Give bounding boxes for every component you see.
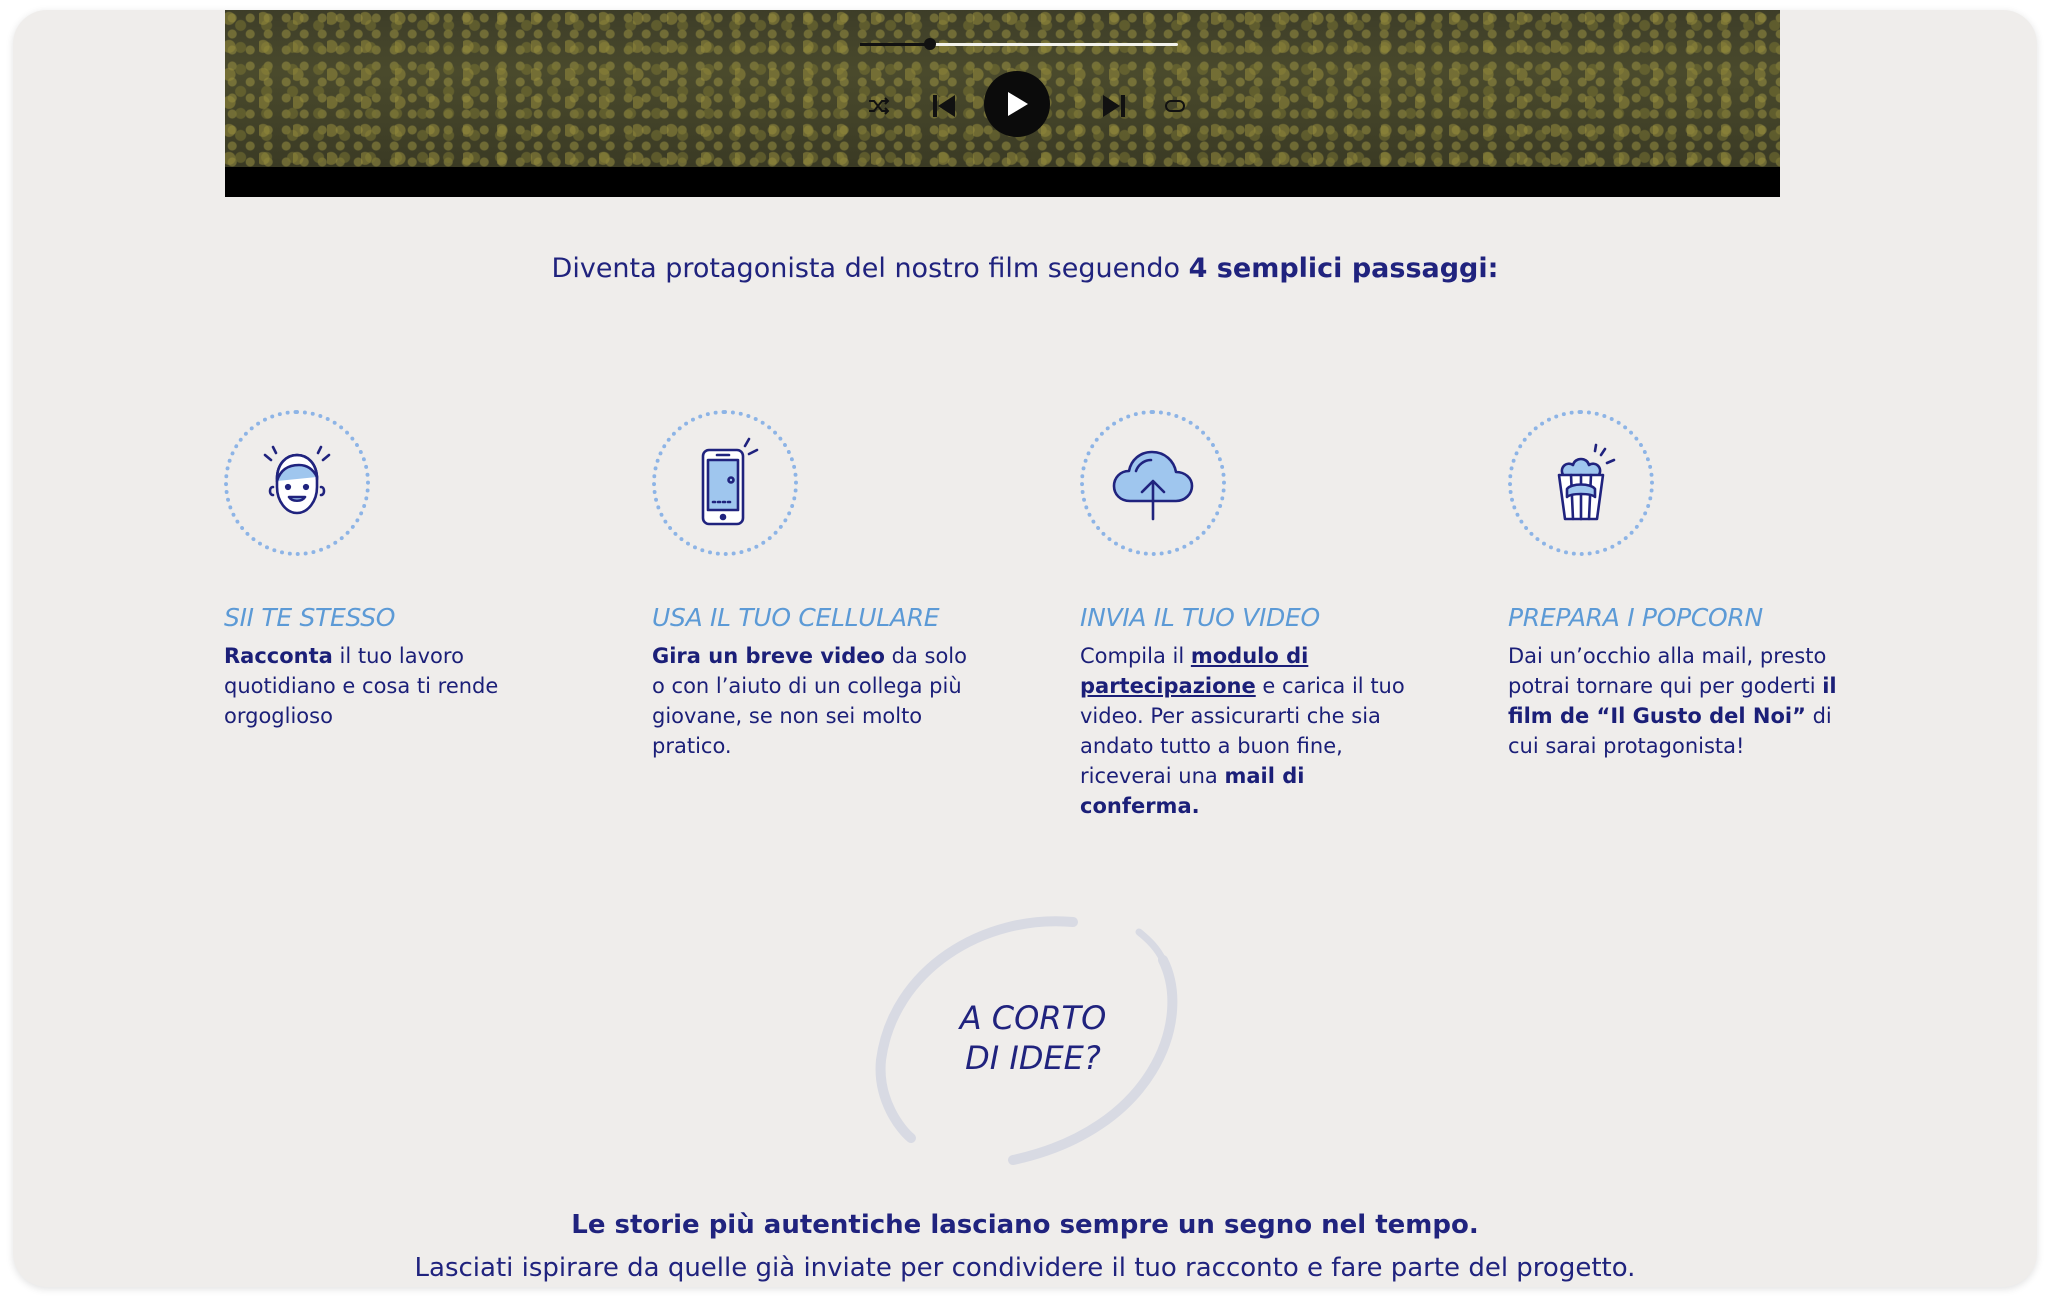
step-title: USA IL TUO CELLULARE: [652, 603, 940, 632]
progress-fill: [860, 43, 930, 46]
step-title: SII TE STESSO: [224, 603, 396, 632]
popcorn-icon: [1557, 443, 1616, 521]
smartphone-icon: [701, 437, 759, 526]
shuffle-icon[interactable]: [867, 95, 891, 117]
page-frame: Diventa protagonista del nostro film seg…: [13, 10, 2037, 1287]
step-icon-ring: [1508, 410, 1654, 556]
smiling-face-icon: [263, 445, 331, 515]
video-player[interactable]: [225, 10, 1780, 197]
step-icon-ring: [1080, 410, 1226, 556]
intro-text: Diventa protagonista del nostro film seg…: [13, 253, 2037, 284]
step-icon-ring: [224, 410, 370, 556]
step-description: Compila il modulo di partecipazione e ca…: [1080, 641, 1410, 821]
repeat-icon[interactable]: [1163, 96, 1187, 116]
ideas-line-1: A CORTO: [959, 999, 1107, 1037]
footer-headline: Le storie più autentiche lasciano sempre…: [571, 1210, 1479, 1240]
intro-lead: Diventa protagonista del nostro film seg…: [551, 253, 1189, 284]
progress-track[interactable]: [860, 38, 1178, 50]
play-icon: [1008, 92, 1028, 116]
step-description: Gira un breve video da solo o con l’aiut…: [652, 641, 982, 761]
play-button[interactable]: [984, 71, 1050, 137]
step-title: PREPARA I POPCORN: [1508, 603, 1763, 632]
step-text: Compila il: [1080, 644, 1191, 668]
cloud-upload-icon: [1112, 450, 1194, 521]
intro-emphasis: 4 semplici passaggi:: [1188, 253, 1499, 284]
ideas-label: A CORTO DI IDEE?: [863, 998, 1203, 1078]
ideas-line-2: DI IDEE?: [965, 1039, 1101, 1077]
progress-handle[interactable]: [923, 38, 936, 50]
step-bold: Gira un breve video: [652, 644, 885, 668]
ideas-badge[interactable]: A CORTO DI IDEE?: [863, 910, 1203, 1170]
step-bold: Racconta: [224, 644, 333, 668]
step-description: Racconta il tuo lavoro quotidiano e cosa…: [224, 641, 554, 731]
skip-back-icon[interactable]: [931, 93, 957, 119]
step-icon-ring: [652, 410, 798, 556]
step-text: Dai un’occhio alla mail, presto potrai t…: [1508, 644, 1827, 698]
step-description: Dai un’occhio alla mail, presto potrai t…: [1508, 641, 1838, 761]
step-title: INVIA IL TUO VIDEO: [1080, 603, 1320, 632]
skip-forward-icon[interactable]: [1101, 93, 1127, 119]
footer-subtext: Lasciati ispirare da quelle già inviate …: [414, 1253, 1636, 1283]
